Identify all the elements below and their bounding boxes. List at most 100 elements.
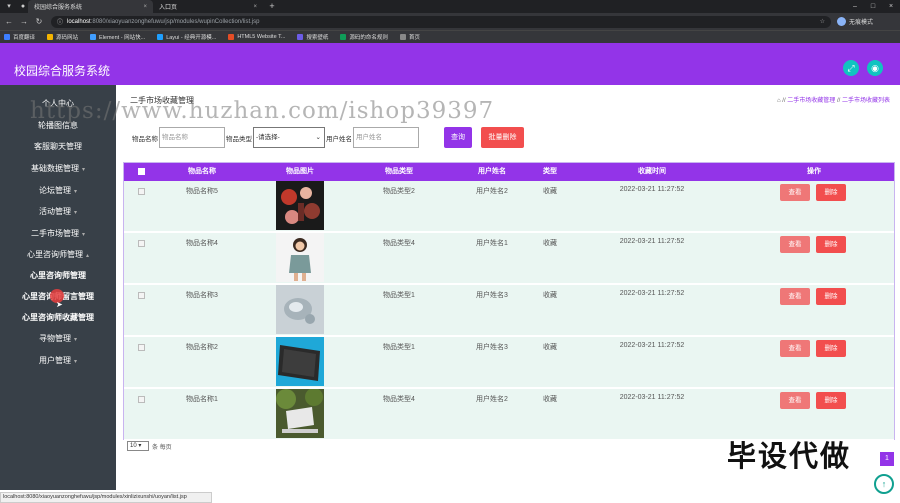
bookmark-star-icon[interactable]: ☆ — [820, 18, 825, 25]
bookmark-favicon-icon — [157, 34, 164, 40]
profile-label: 无痕模式 — [849, 20, 874, 26]
cell-type: 物品类型4 — [383, 240, 415, 247]
page-size-label: 条 每页 — [152, 445, 172, 451]
tab-close-icon[interactable]: × — [143, 4, 147, 10]
bookmark-favicon-icon — [228, 34, 235, 40]
row-checkbox[interactable] — [138, 188, 145, 195]
app-title: 校园综合服务系统 — [14, 64, 111, 78]
info-icon[interactable]: ⓘ — [57, 17, 63, 26]
sidebar-item-lost-found[interactable]: 寻物管理 ▾ — [0, 332, 116, 346]
view-button[interactable]: 查看 — [780, 236, 810, 253]
sidebar-item-activity[interactable]: 活动管理 ▾ — [0, 205, 116, 219]
bookmark-favicon-icon — [4, 34, 10, 40]
incognito-profile[interactable]: 无痕模式 — [837, 17, 873, 26]
sidebar-item-base-data[interactable]: 基础数据管理 ▾ — [0, 162, 116, 176]
row-checkbox[interactable] — [138, 396, 145, 403]
sidebar-item-counselor[interactable]: 心里咨询师管理 ▴ — [0, 248, 116, 262]
sidebar-item-second-hand[interactable]: 二手市场管理 ▾ — [0, 227, 116, 241]
minimize-icon[interactable]: – — [846, 3, 864, 10]
name-label: 物品名称 — [132, 135, 158, 143]
bookmark-item[interactable]: 首页 — [399, 33, 420, 41]
name-search-input[interactable]: 物品名称 — [159, 127, 225, 148]
user-search-input[interactable]: 用户姓名 — [353, 127, 419, 148]
mouse-cursor-icon: ➤ — [56, 300, 63, 309]
fullscreen-icon[interactable]: ⤢ — [843, 60, 859, 76]
cell-user: 用户姓名3 — [476, 344, 508, 351]
sidebar-subitem-counselor-collection[interactable]: 心里咨询师收藏管理 — [0, 311, 116, 325]
reload-icon[interactable]: ↻ — [33, 17, 45, 26]
user-label: 用户姓名 — [326, 135, 352, 143]
bookmark-favicon-icon — [399, 34, 406, 40]
batch-delete-button[interactable]: 批量删除 — [481, 127, 524, 148]
bookmark-item[interactable]: HTML5 Website T... — [228, 34, 285, 40]
delete-button[interactable]: 删除 — [816, 184, 846, 201]
cell-kind: 收藏 — [543, 396, 557, 403]
sidebar-item-chat[interactable]: 客服聊天管理 — [0, 140, 116, 154]
browser-tab-second[interactable]: 入口页 × — [153, 0, 263, 13]
col-header: 类型 — [543, 168, 557, 175]
window-close-icon[interactable]: × — [882, 3, 900, 10]
bookmark-item[interactable]: Element - 网站快... — [90, 33, 145, 41]
breadcrumb-item[interactable]: 二手市场收藏列表 — [842, 98, 890, 104]
search-button[interactable]: 查询 — [444, 127, 472, 148]
browser-address-bar: ← → ↻ ⓘ localhost:8080/xiaoyuanzonghefuw… — [0, 13, 900, 30]
chevron-down-icon: ▾ — [81, 232, 85, 238]
chevron-down-icon: ▾ — [73, 210, 77, 216]
back-icon[interactable]: ← — [3, 17, 15, 26]
view-button[interactable]: 查看 — [780, 184, 810, 201]
scroll-top-icon[interactable]: ↑ — [874, 474, 894, 494]
bookmark-item[interactable]: 源码的命名规则 — [340, 33, 388, 41]
select-all-checkbox[interactable] — [138, 168, 145, 175]
tab-favicon-icon[interactable]: ● — [18, 2, 28, 11]
browser-tab-label: 入口页 — [159, 5, 178, 11]
url-field[interactable]: ⓘ localhost:8080/xiaoyuanzonghefuwu/jsp/… — [51, 15, 831, 28]
view-button[interactable]: 查看 — [780, 288, 810, 305]
row-checkbox[interactable] — [138, 292, 145, 299]
cell-user: 用户姓名2 — [476, 396, 508, 403]
delete-button[interactable]: 删除 — [816, 236, 846, 253]
delete-button[interactable]: 删除 — [816, 340, 846, 357]
page-size-select[interactable]: 10 ▾ — [127, 441, 149, 451]
table-row: 物品名称2 物品类型1 用户姓名3 收藏 2022-03-21 11:27:52… — [124, 337, 894, 389]
chevron-down-icon: ▾ — [73, 189, 77, 195]
cell-time: 2022-03-21 11:27:52 — [619, 342, 685, 349]
window-controls: – □ × — [846, 3, 900, 10]
forward-icon[interactable]: → — [18, 17, 30, 26]
row-checkbox[interactable] — [138, 240, 145, 247]
col-header: 用户姓名 — [478, 168, 506, 175]
cell-kind: 收藏 — [543, 344, 557, 351]
breadcrumb-item[interactable]: 二手市场收藏管理 — [787, 98, 835, 104]
bookmark-item[interactable]: 搜索壁纸 — [297, 33, 328, 41]
cell-name: 物品名称2 — [186, 344, 218, 351]
page-number-button[interactable]: 1 — [880, 452, 894, 466]
new-tab-icon[interactable]: + — [267, 2, 277, 11]
type-select[interactable]: -请选择- ⌄ — [253, 127, 325, 148]
url-path: :8080/xiaoyuanzonghefuwu/jsp/modules/wup… — [90, 18, 260, 25]
cell-user: 用户姓名2 — [476, 188, 508, 195]
home-icon[interactable]: ⌂ — [777, 98, 781, 104]
user-icon[interactable]: ◉ — [867, 60, 883, 76]
bookmark-favicon-icon — [90, 34, 97, 40]
cell-kind: 收藏 — [543, 292, 557, 299]
cell-type: 物品类型1 — [383, 292, 415, 299]
browser-tab-active[interactable]: 校园综合服务系统 × — [28, 0, 153, 13]
sidebar-item-forum[interactable]: 论坛管理 ▾ — [0, 184, 116, 198]
bookmark-item[interactable]: 百度翻译 — [4, 33, 35, 41]
url-host: localhost — [67, 18, 91, 25]
tab-close-icon[interactable]: × — [253, 4, 257, 10]
bookmarks-bar: 百度翻译 源码网站 Element - 网站快... Layui - 经典开源模… — [0, 30, 900, 43]
maximize-icon[interactable]: □ — [864, 3, 882, 10]
cell-time: 2022-03-21 11:27:52 — [619, 290, 685, 297]
row-checkbox[interactable] — [138, 344, 145, 351]
delete-button[interactable]: 删除 — [816, 288, 846, 305]
view-button[interactable]: 查看 — [780, 392, 810, 409]
bookmark-item[interactable]: Layui - 经典开源模... — [157, 33, 216, 41]
sidebar-subitem-counselor[interactable]: 心里咨询师管理 — [0, 269, 116, 283]
delete-button[interactable]: 删除 — [816, 392, 846, 409]
sidebar-item-users[interactable]: 用户管理 ▾ — [0, 354, 116, 368]
bookmark-item[interactable]: 源码网站 — [47, 33, 78, 41]
search-form: 物品名称 物品名称 物品类型 -请选择- ⌄ 用户姓名 用户姓名 — [132, 127, 420, 148]
promo-overlay-text: 毕设代做 — [727, 439, 852, 473]
view-button[interactable]: 查看 — [780, 340, 810, 357]
tab-search-icon[interactable]: ▾ — [4, 2, 14, 11]
